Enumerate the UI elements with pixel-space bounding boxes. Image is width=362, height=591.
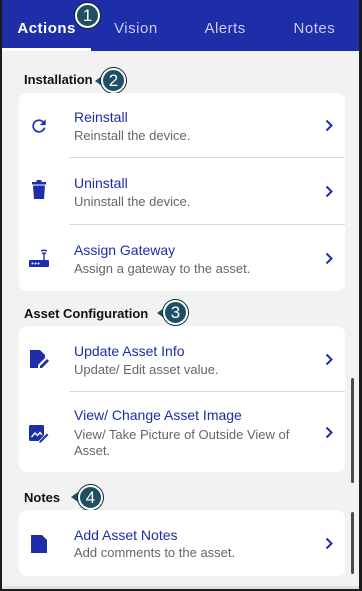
tab-bar: Actions Vision Alerts Notes <box>2 0 359 51</box>
row-title: Assign Gateway <box>74 242 176 258</box>
chevron-right-icon <box>323 184 335 198</box>
reinstall-row[interactable]: Reinstall Reinstall the device. <box>19 93 345 157</box>
notes-card: Add Asset Notes Add comments to the asse… <box>19 510 345 576</box>
callout-marker: 4 <box>78 485 103 510</box>
edit-document-icon <box>27 347 51 371</box>
row-title: View/ Change Asset Image <box>74 407 242 423</box>
trash-icon <box>27 178 51 202</box>
tab-label: Vision <box>114 20 158 37</box>
tab-vision[interactable]: Vision <box>91 0 180 51</box>
callout-marker: 2 <box>101 68 126 93</box>
add-asset-notes-row[interactable]: Add Asset Notes Add comments to the asse… <box>19 510 345 576</box>
assign-gateway-row[interactable]: Assign Gateway Assign a gateway to the a… <box>19 225 345 291</box>
chevron-right-icon <box>323 118 335 132</box>
section-title-notes: Notes <box>24 490 61 505</box>
tab-alerts[interactable]: Alerts <box>181 0 270 51</box>
row-description: View/ Take Picture of Outside View of As… <box>74 427 290 458</box>
tab-notes[interactable]: Notes <box>270 0 359 51</box>
note-icon <box>27 532 51 556</box>
chevron-right-icon <box>323 425 335 439</box>
row-description: Assign a gateway to the asset. <box>74 261 251 276</box>
callout-marker: 1 <box>75 3 100 28</box>
bottom-edge <box>2 586 359 589</box>
chevron-right-icon <box>323 251 335 265</box>
row-description: Uninstall the device. <box>74 194 191 209</box>
tab-label: Alerts <box>204 20 246 37</box>
chevron-right-icon <box>323 536 335 550</box>
row-title: Reinstall <box>74 109 128 125</box>
row-title: Uninstall <box>74 175 128 191</box>
scrollbar-thumb[interactable] <box>351 512 354 574</box>
row-description: Add comments to the asset. <box>74 545 236 560</box>
scrollbar-thumb[interactable] <box>351 378 354 483</box>
update-asset-info-row[interactable]: Update Asset Info Update/ Edit asset val… <box>19 326 345 391</box>
asset-configuration-card: Update Asset Info Update/ Edit asset val… <box>19 326 345 472</box>
section-title-asset-configuration: Asset Configuration <box>24 306 149 321</box>
row-description: Update/ Edit asset value. <box>74 362 219 377</box>
view-change-asset-image-row[interactable]: View/ Change Asset Image View/ Take Pict… <box>19 392 345 472</box>
callout-pointer <box>71 492 78 502</box>
uninstall-row[interactable]: Uninstall Uninstall the device. <box>19 158 345 224</box>
callout-marker: 3 <box>163 300 188 325</box>
installation-card: Reinstall Reinstall the device. Uninstal… <box>19 93 345 291</box>
tab-label: Actions <box>17 20 76 37</box>
chevron-right-icon <box>323 352 335 366</box>
tab-label: Notes <box>293 20 336 37</box>
row-description: Reinstall the device. <box>74 128 191 143</box>
edit-image-icon <box>27 421 51 445</box>
section-title-installation: Installation <box>24 72 93 87</box>
row-title: Add Asset Notes <box>74 527 178 543</box>
row-title: Update Asset Info <box>74 343 185 359</box>
app-frame: Actions Vision Alerts Notes 1 Installati… <box>2 0 359 589</box>
refresh-icon <box>27 114 51 138</box>
router-icon <box>27 247 51 271</box>
